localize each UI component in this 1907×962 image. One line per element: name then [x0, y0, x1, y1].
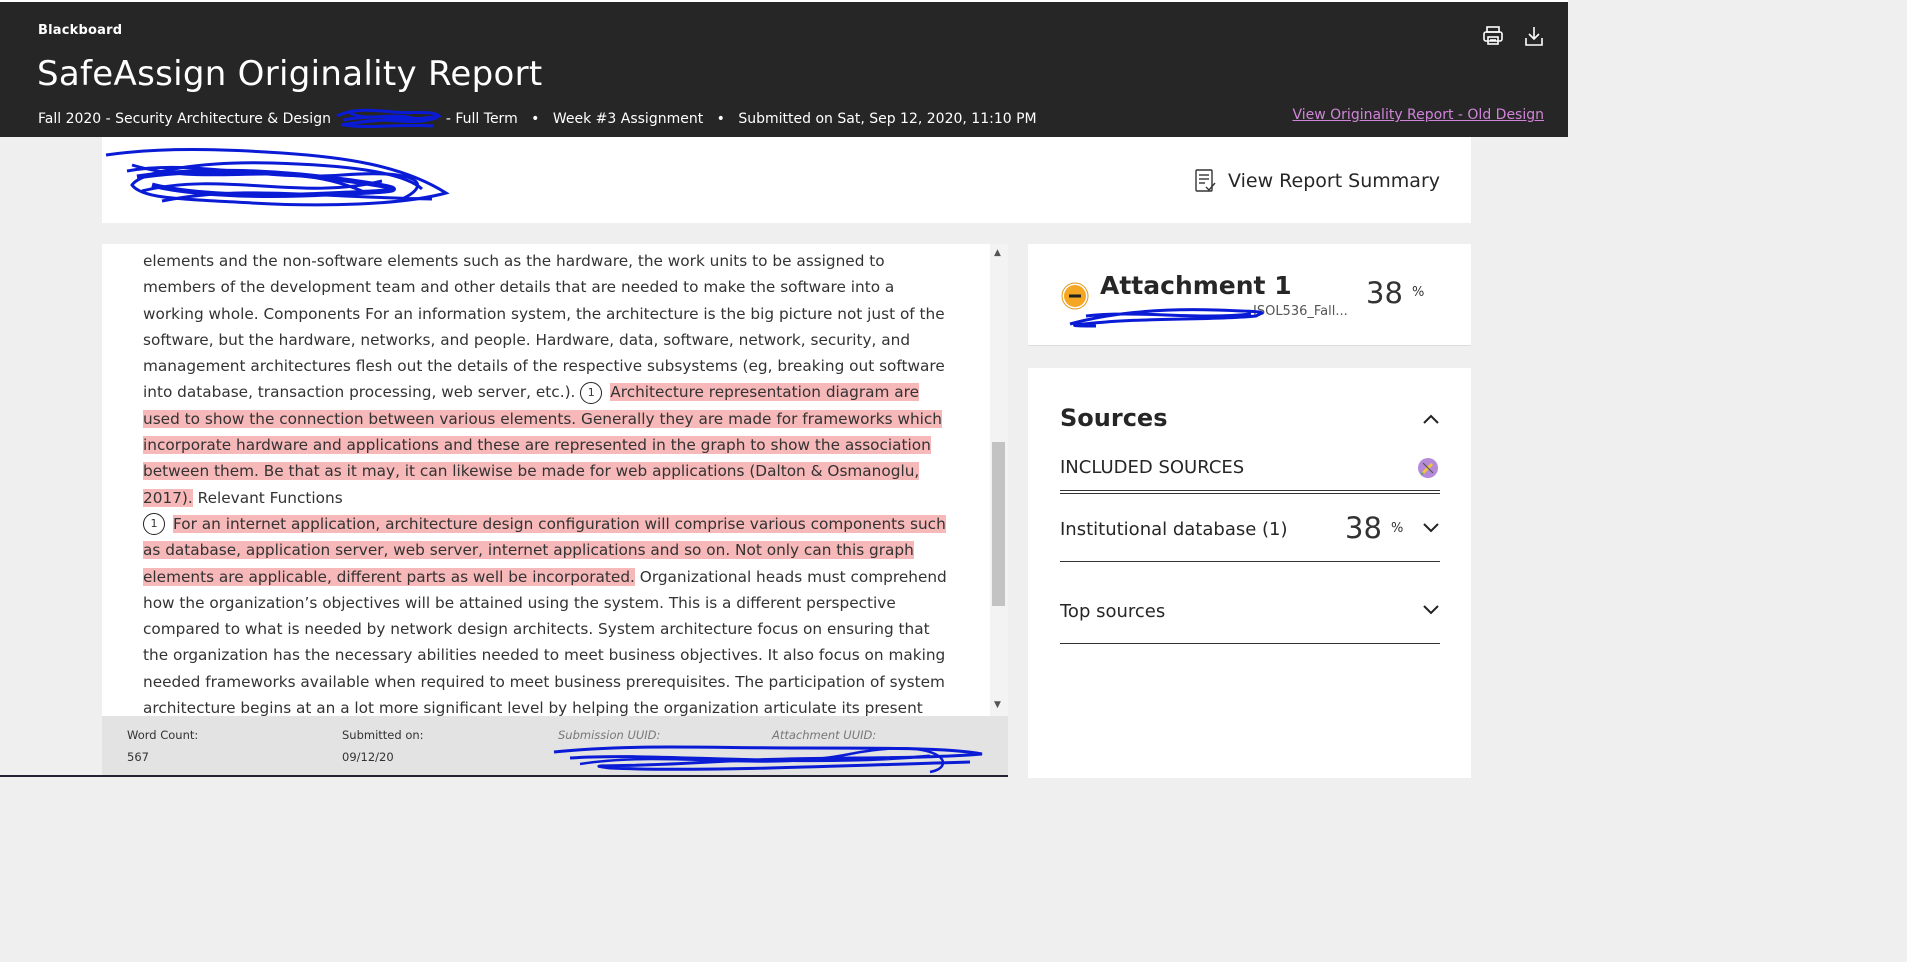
redaction-scribble — [1069, 308, 1264, 328]
document-footer: Word Count: 567 Submitted on: 09/12/20 S… — [102, 716, 1008, 776]
submission-document[interactable]: elements and the non-software elements s… — [102, 244, 1008, 716]
attachment-filename: ISOL536_Fall... — [1253, 304, 1348, 319]
document-scrollbar[interactable]: ▲ ▼ — [990, 244, 1008, 716]
institutional-percent: 38 — [1345, 511, 1382, 545]
attachment-percent: 38 — [1366, 276, 1403, 310]
meta-separator: • — [716, 111, 725, 127]
institutional-database-label: Institutional database (1) — [1060, 519, 1288, 540]
percent-sign: % — [1412, 285, 1425, 300]
redaction-scribble — [105, 148, 450, 207]
word-count-value: 567 — [127, 750, 149, 764]
blackboard-logo: Blackboard — [38, 23, 123, 38]
chevron-down-icon[interactable] — [1421, 521, 1441, 535]
submitted-date-value: 09/12/20 — [342, 750, 394, 764]
divider — [1060, 643, 1440, 644]
scrollbar-thumb[interactable] — [992, 442, 1005, 606]
redaction-scribble — [553, 745, 983, 774]
attachment-card[interactable]: Attachment 1 ISOL536_Fall... 38 % — [1028, 244, 1471, 346]
student-header-card: View Report Summary — [102, 137, 1471, 223]
sources-title: Sources — [1060, 404, 1168, 432]
attachment-uuid-label: Attachment UUID: — [772, 728, 877, 742]
report-header: Blackboard SafeAssign Originality Report… — [0, 0, 1568, 137]
printer-icon[interactable] — [1481, 24, 1505, 48]
attachment-name: Attachment 1 — [1100, 271, 1292, 300]
report-meta: Fall 2020 - Security Architecture & Desi… — [38, 106, 1037, 132]
divider — [1060, 561, 1440, 562]
sources-panel: Sources INCLUDED SOURCES Institutional d… — [1028, 368, 1471, 778]
institutional-database-toggle[interactable]: Institutional database (1) 38 % — [1060, 511, 1440, 551]
match-badge[interactable]: 1 — [580, 381, 603, 404]
page-title: SafeAssign Originality Report — [37, 54, 543, 94]
view-report-summary-label: View Report Summary — [1228, 170, 1440, 192]
submitted-label: Submitted on: — [342, 728, 424, 742]
document-paragraph: Relevant Functions — [197, 488, 343, 507]
percent-sign: % — [1391, 521, 1404, 536]
top-sources-toggle[interactable]: Top sources — [1060, 593, 1440, 633]
submitted-datetime: Submitted on Sat, Sep 12, 2020, 11:10 PM — [738, 111, 1037, 127]
old-design-link[interactable]: View Originality Report - Old Design — [1292, 107, 1544, 123]
assignment-name: Week #3 Assignment — [552, 111, 704, 127]
document-paragraph: Organizational heads must comprehend how… — [143, 567, 947, 716]
divider — [0, 775, 1008, 777]
top-sources-label: Top sources — [1060, 601, 1166, 622]
view-report-summary-button[interactable]: View Report Summary — [1194, 165, 1440, 197]
included-sources-label: INCLUDED SOURCES — [1060, 457, 1245, 478]
document-text: elements and the non-software elements s… — [143, 248, 955, 716]
match-badge[interactable]: 1 — [143, 513, 165, 536]
course-name: Fall 2020 - Security Architecture & Desi… — [38, 111, 331, 127]
word-count-label: Word Count: — [127, 728, 199, 742]
divider — [1060, 490, 1440, 494]
scroll-down-icon[interactable]: ▼ — [994, 700, 1001, 710]
meta-separator: • — [531, 111, 540, 127]
chevron-up-icon[interactable] — [1421, 412, 1441, 426]
scroll-up-icon[interactable]: ▲ — [994, 248, 1001, 258]
submission-uuid-label: Submission UUID: — [558, 728, 661, 742]
report-summary-icon — [1195, 169, 1216, 192]
document-paragraph: elements and the non-software elements s… — [143, 252, 945, 402]
course-term: - Full Term — [445, 111, 518, 127]
download-icon[interactable] — [1522, 24, 1546, 48]
redaction-scribble — [336, 108, 443, 129]
chevron-down-icon[interactable] — [1421, 603, 1441, 617]
edit-sources-icon[interactable] — [1417, 457, 1439, 479]
